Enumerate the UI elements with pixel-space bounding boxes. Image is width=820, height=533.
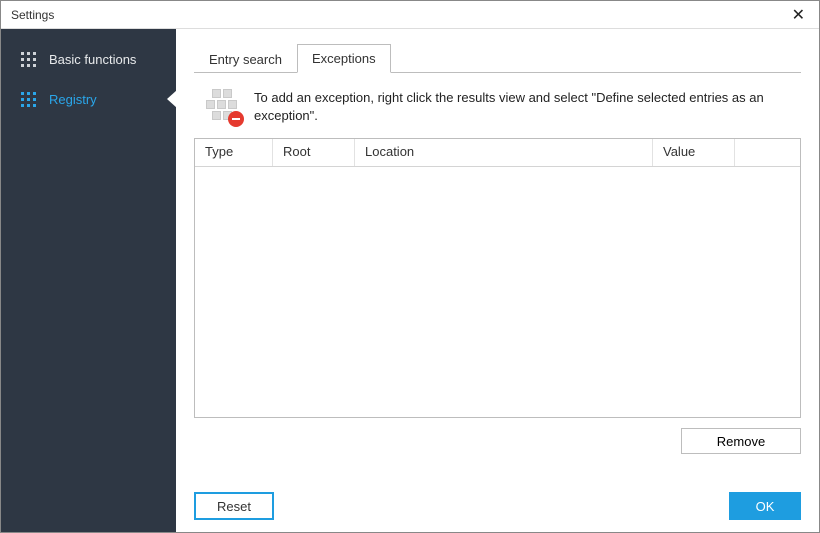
sidebar: Basic functions Registry (1, 29, 176, 532)
bottom-row: Reset OK (194, 492, 801, 520)
column-root[interactable]: Root (273, 139, 355, 166)
info-text: To add an exception, right click the res… (254, 89, 795, 124)
table-body[interactable] (195, 167, 800, 417)
table-header: Type Root Location Value (195, 139, 800, 167)
column-type[interactable]: Type (195, 139, 273, 166)
info-row: To add an exception, right click the res… (194, 73, 801, 138)
sidebar-item-basic-functions[interactable]: Basic functions (1, 39, 176, 79)
below-table-row: Remove (194, 428, 801, 454)
main-panel: Entry search Exceptions To add an except… (176, 29, 819, 532)
column-spacer (735, 139, 800, 166)
ok-button[interactable]: OK (729, 492, 801, 520)
window-title: Settings (11, 8, 54, 22)
remove-button[interactable]: Remove (681, 428, 801, 454)
content: Basic functions Registry Entry search Ex… (1, 29, 819, 532)
exception-info-icon (206, 89, 240, 123)
tab-bar: Entry search Exceptions (194, 43, 801, 73)
column-location[interactable]: Location (355, 139, 653, 166)
grid-icon (19, 50, 37, 68)
tab-exceptions[interactable]: Exceptions (297, 44, 391, 73)
sidebar-item-registry[interactable]: Registry (1, 79, 176, 119)
sidebar-item-label: Basic functions (49, 52, 136, 67)
sidebar-item-label: Registry (49, 92, 97, 107)
exceptions-table[interactable]: Type Root Location Value (194, 138, 801, 418)
column-value[interactable]: Value (653, 139, 735, 166)
tab-entry-search[interactable]: Entry search (194, 45, 297, 73)
reset-button[interactable]: Reset (194, 492, 274, 520)
close-icon[interactable]: ✕ (786, 5, 811, 25)
minus-badge-icon (228, 111, 244, 127)
grid-icon (19, 90, 37, 108)
titlebar: Settings ✕ (1, 1, 819, 29)
